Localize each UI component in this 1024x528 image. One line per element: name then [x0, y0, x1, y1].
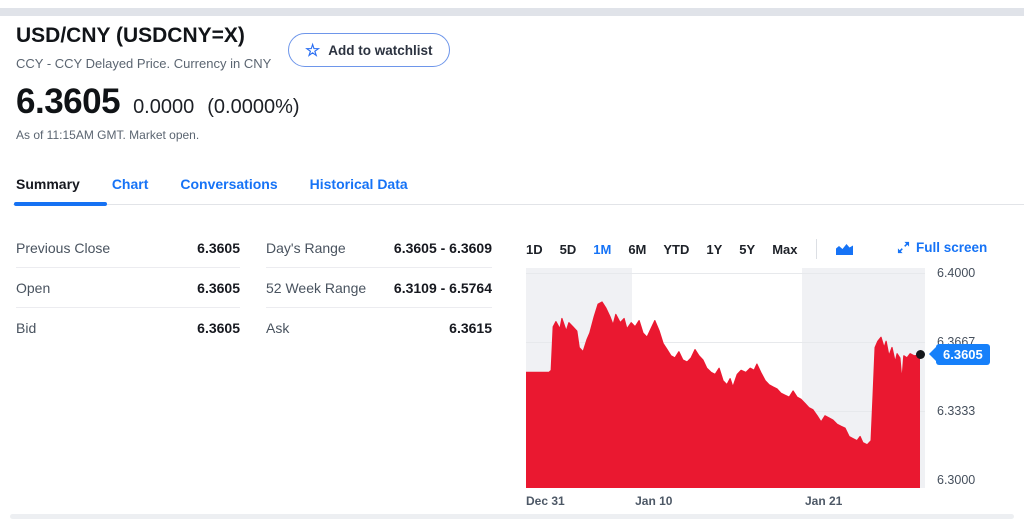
table-row: Day's Range 6.3605 - 6.3609 — [266, 228, 492, 268]
table-row: 52 Week Range 6.3109 - 6.5764 — [266, 268, 492, 308]
range-button-5y[interactable]: 5Y — [739, 242, 755, 257]
chart-range-selector: 1D 5D 1M 6M YTD 1Y 5Y Max — [526, 238, 854, 260]
range-button-6m[interactable]: 6M — [628, 242, 646, 257]
quote-value-52-week-range: 6.3109 - 6.5764 — [393, 279, 492, 296]
top-nav-divider — [0, 8, 1024, 16]
price-change: 0.0000 — [133, 96, 195, 118]
section-divider — [10, 514, 1014, 519]
quote-value-bid: 6.3605 — [197, 319, 240, 336]
y-axis-label: 6.3000 — [937, 473, 976, 487]
quote-value-open: 6.3605 — [197, 279, 240, 296]
quote-label-day-s-range: Day's Range — [266, 239, 346, 256]
quote-value-day-s-range: 6.3605 - 6.3609 — [393, 239, 492, 256]
last-price-badge: 6.3605 — [929, 343, 990, 365]
current-price: 6.3605 — [16, 82, 121, 121]
tab-chart[interactable]: Chart — [112, 176, 149, 192]
quote-page: USD/CNY (USDCNY=X) CCY - CCY Delayed Pri… — [0, 0, 1024, 528]
watchlist-label: Add to watchlist — [328, 42, 433, 58]
tab-conversations[interactable]: Conversations — [180, 176, 277, 192]
quote-label-52-week-range: 52 Week Range — [266, 279, 367, 296]
tab-bar: Summary Chart Conversations Historical Data — [16, 176, 408, 192]
table-row: Ask 6.3615 — [266, 308, 492, 347]
tabs-divider — [13, 204, 1024, 205]
y-axis-label: 6.4000 — [937, 266, 976, 280]
quote-label-ask: Ask — [266, 319, 290, 336]
x-axis-label: Jan 10 — [635, 494, 673, 508]
quote-table-right: Day's Range 6.3605 - 6.3609 52 Week Range 6… — [266, 228, 492, 347]
quote-label-previous-close: Previous Close — [16, 239, 111, 256]
star-icon: ☆ — [305, 40, 321, 60]
asof-timestamp: As of 11:15AM GMT. Market open. — [16, 128, 200, 142]
price-block: 6.3605 0.0000 (0.0000%) — [16, 82, 300, 122]
fullscreen-label: Full screen — [916, 240, 988, 255]
price-change-percent: (0.0000%) — [207, 96, 300, 118]
badge-value: 6.3605 — [936, 343, 990, 365]
range-button-5d[interactable]: 5D — [560, 242, 577, 257]
area-chart-icon[interactable] — [836, 243, 854, 256]
table-row: Bid 6.3605 — [16, 308, 240, 347]
range-button-1d[interactable]: 1D — [526, 242, 543, 257]
table-row: Open 6.3605 — [16, 268, 240, 308]
last-price-dot — [915, 350, 925, 360]
tab-summary[interactable]: Summary — [16, 176, 80, 192]
range-button-ytd[interactable]: YTD — [663, 242, 689, 257]
quote-value-ask: 6.3615 — [449, 319, 492, 336]
range-button-1m[interactable]: 1M — [593, 242, 611, 257]
page-title: USD/CNY (USDCNY=X) — [16, 24, 245, 47]
x-axis-label: Jan 21 — [805, 494, 843, 508]
table-row: Previous Close 6.3605 — [16, 228, 240, 268]
range-button-max[interactable]: Max — [772, 242, 797, 257]
quote-label-open: Open — [16, 279, 51, 296]
y-axis-label: 6.3333 — [937, 404, 976, 419]
price-chart[interactable]: 6.4000 6.3667 6.3333 6.3000 Dec 31 Jan 10 Jan … — [526, 266, 990, 508]
add-to-watchlist-button[interactable]: ☆ Add to watchlist — [288, 33, 450, 67]
quote-table-left: Previous Close 6.3605 Open 6.3605 Bid 6.3605 — [16, 228, 240, 347]
active-tab-underline — [14, 202, 107, 206]
x-axis-label: Dec 31 — [526, 494, 565, 508]
fullscreen-button[interactable]: Full screen — [897, 240, 987, 255]
tab-historical-data[interactable]: Historical Data — [310, 176, 408, 192]
range-button-1y[interactable]: 1Y — [706, 242, 722, 257]
quote-label-bid: Bid — [16, 319, 37, 336]
range-separator — [816, 239, 818, 259]
exchange-info: CCY - CCY Delayed Price. Currency in CNY — [16, 56, 272, 71]
quote-value-previous-close: 6.3605 — [197, 239, 240, 256]
area-series-usdcny — [526, 301, 921, 488]
expand-arrows-icon — [897, 241, 910, 254]
